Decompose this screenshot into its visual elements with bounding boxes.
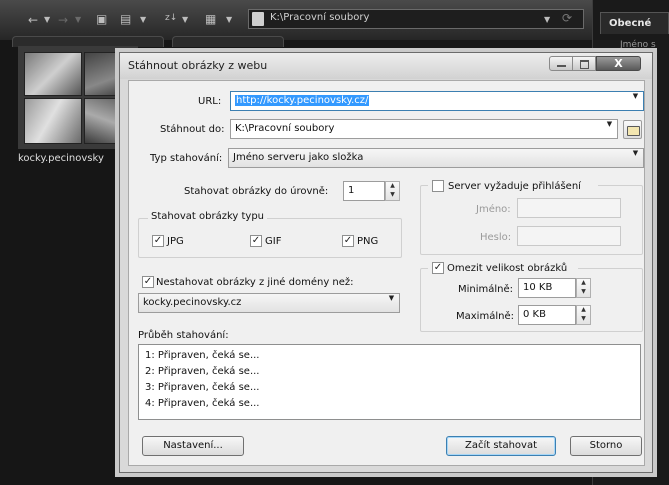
jpg-label: JPG <box>167 236 184 247</box>
download-to-label: Stáhnout do: <box>160 124 225 135</box>
login-checkbox[interactable]: ✓ <box>432 180 444 192</box>
size-limit-label: Omezit velikost obrázků <box>447 263 568 274</box>
chevron-down-icon[interactable]: ▼ <box>384 294 399 312</box>
url-combobox[interactable]: http://kocky.pecinovsky.cz/ ▼ <box>230 91 644 111</box>
level-label: Stahovat obrázky do úrovně: <box>184 186 329 197</box>
chevron-down-icon[interactable]: ▼ <box>628 149 643 167</box>
start-download-button[interactable]: Začít stahovat <box>446 436 556 456</box>
username-input[interactable] <box>517 198 621 218</box>
increment-icon[interactable]: ▲ <box>577 306 590 315</box>
chevron-down-icon[interactable]: ▼ <box>602 120 617 138</box>
download-to-combobox[interactable]: K:\Pracovní soubory ▼ <box>230 119 618 139</box>
max-size-stepper[interactable]: ▲ ▼ <box>576 305 591 325</box>
decrement-icon[interactable]: ▼ <box>577 288 590 297</box>
image-types-label: Stahovat obrázky typu <box>148 211 268 222</box>
password-input[interactable] <box>517 226 621 246</box>
increment-icon[interactable]: ▲ <box>577 279 590 288</box>
log-line: 3: Připraven, čeká se... <box>145 382 260 393</box>
dialog-title: Stáhnout obrázky z webu <box>128 59 268 72</box>
min-size-input[interactable]: 10 KB <box>518 278 576 298</box>
minimize-button[interactable] <box>549 56 573 71</box>
close-button[interactable]: X <box>596 56 641 71</box>
decrement-icon[interactable]: ▼ <box>386 191 399 200</box>
chevron-down-icon[interactable]: ▼ <box>628 92 643 110</box>
back-icon[interactable]: ← <box>28 13 38 27</box>
gif-checkbox[interactable]: ✓ <box>250 235 262 247</box>
cat-image <box>24 52 82 96</box>
login-label: Server vyžaduje přihlášení <box>448 181 581 192</box>
gallery-dropdown-icon[interactable]: ▼ <box>140 13 146 27</box>
back-dropdown-icon[interactable]: ▼ <box>44 13 50 27</box>
size-limit-checkbox[interactable]: ✓ <box>432 262 444 274</box>
min-size-stepper[interactable]: ▲ ▼ <box>576 278 591 298</box>
up-folder-icon[interactable]: ▣ <box>96 12 107 26</box>
decrement-icon[interactable]: ▼ <box>577 315 590 324</box>
gallery-icon[interactable]: ▤ <box>120 12 131 26</box>
domain-checkbox[interactable]: ✓ <box>142 276 154 288</box>
progress-label: Průběh stahování: <box>138 330 229 341</box>
download-to-value: K:\Pracovní soubory <box>235 123 335 134</box>
view-grid-icon[interactable]: ▦ <box>205 12 216 26</box>
png-checkbox[interactable]: ✓ <box>342 235 354 247</box>
forward-icon: → <box>58 13 69 27</box>
cancel-button[interactable]: Storno <box>570 436 642 456</box>
log-line: 4: Připraven, čeká se... <box>145 398 260 409</box>
download-type-select[interactable]: Jméno serveru jako složka ▼ <box>228 148 644 168</box>
folder-label: kocky.pecinovsky <box>18 153 104 164</box>
min-size-label: Minimálně: <box>458 284 514 295</box>
url-label: URL: <box>198 96 222 107</box>
forward-dropdown-icon: ▼ <box>75 15 82 24</box>
download-type-value: Jméno serveru jako složka <box>233 152 364 163</box>
min-size-value: 10 KB <box>523 282 553 293</box>
url-value: http://kocky.pecinovsky.cz/ <box>235 95 370 106</box>
log-line: 2: Připraven, čeká se... <box>145 366 260 377</box>
view-dropdown-icon[interactable]: ▼ <box>226 13 232 27</box>
level-input[interactable]: 1 <box>343 181 385 201</box>
folder-tab <box>172 36 284 47</box>
level-stepper[interactable]: ▲ ▼ <box>385 181 400 201</box>
domain-label: Nestahovat obrázky z jiné domény než: <box>156 277 354 288</box>
progress-log[interactable]: 1: Připraven, čeká se... 2: Připraven, č… <box>138 344 641 420</box>
max-size-label: Maximálně: <box>456 311 514 322</box>
settings-button[interactable]: Nastavení... <box>142 436 244 456</box>
address-path: K:\Pracovní soubory <box>270 12 370 23</box>
name-column-label: Jméno s <box>620 40 656 50</box>
domain-select[interactable]: kocky.pecinovsky.cz ▼ <box>138 293 400 313</box>
max-size-value: 0 KB <box>523 309 546 320</box>
address-dropdown-icon[interactable]: ▼ <box>544 13 550 27</box>
sort-dropdown-icon[interactable]: ▼ <box>182 13 188 27</box>
cat-image <box>24 98 82 144</box>
download-type-label: Typ stahování: <box>150 153 223 164</box>
png-label: PNG <box>357 236 379 247</box>
refresh-icon[interactable]: ⟳ <box>562 11 572 25</box>
browse-folder-button[interactable] <box>623 120 642 139</box>
tab-general[interactable]: Obecné <box>600 12 669 34</box>
max-size-input[interactable]: 0 KB <box>518 305 576 325</box>
increment-icon[interactable]: ▲ <box>386 182 399 191</box>
jpg-checkbox[interactable]: ✓ <box>152 235 164 247</box>
level-value: 1 <box>348 185 355 196</box>
maximize-button[interactable] <box>573 56 596 71</box>
sort-icon[interactable]: z↓ <box>165 11 177 25</box>
folder-icon <box>252 12 264 26</box>
domain-value: kocky.pecinovsky.cz <box>143 297 242 308</box>
password-label: Heslo: <box>480 232 512 243</box>
gif-label: GIF <box>265 236 282 247</box>
username-label: Jméno: <box>476 204 511 215</box>
log-line: 1: Připraven, čeká se... <box>145 350 260 361</box>
